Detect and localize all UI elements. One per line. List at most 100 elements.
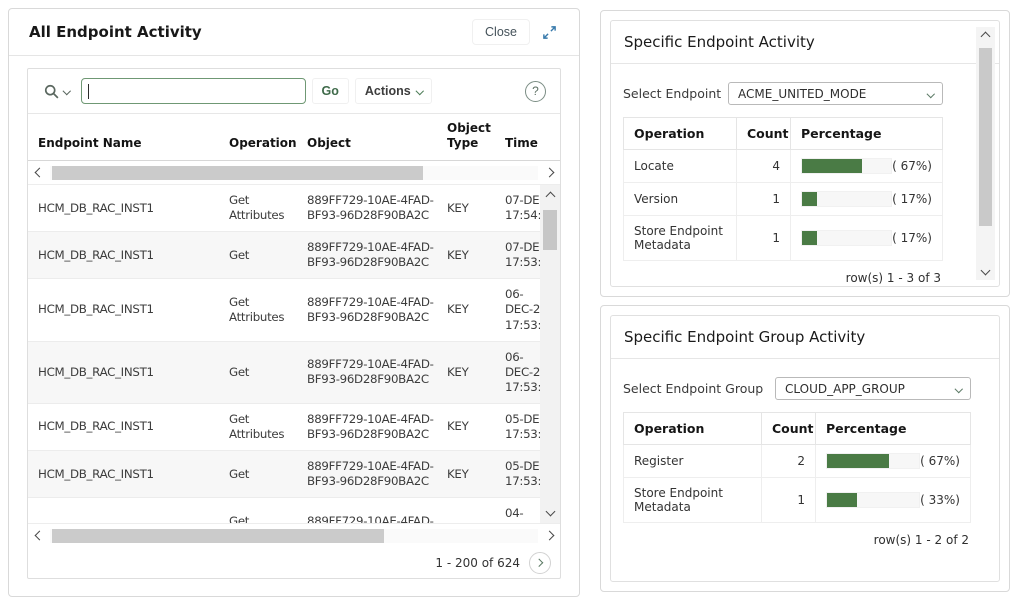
cell-operation[interactable]: Get Attributes <box>219 404 297 450</box>
go-button[interactable]: Go <box>312 78 349 104</box>
cell-object-type[interactable]: KEY <box>437 459 495 490</box>
cell-count: 2 <box>762 445 816 478</box>
endpoint-select[interactable]: ACME_UNITED_MODE <box>728 82 943 105</box>
cell-operation[interactable]: Get <box>219 240 297 271</box>
column-header-endpoint-name[interactable]: Endpoint Name <box>28 130 219 160</box>
search-column-selector[interactable] <box>38 79 75 104</box>
scrollbar-thumb[interactable] <box>52 529 384 543</box>
endpoint-group-activity-table: Operation Count Percentage Register 2 ( … <box>623 412 971 523</box>
cell-object[interactable]: 889FF729-10AE-4FAD- BF93-96D28F90BA2C <box>297 404 437 450</box>
cell-operation[interactable]: Get <box>219 459 297 490</box>
panel-header: All Endpoint Activity Close <box>9 9 579 56</box>
cell-object[interactable]: 889FF729-10AE-4FAD- BF93-96D28F90BA2C <box>297 232 437 278</box>
panel-body: Go Actions ? Endpoint Name Operation Obj… <box>27 68 561 579</box>
scrollbar-thumb[interactable] <box>543 210 557 250</box>
cell-endpoint-name[interactable]: HCM_DB_RAC_INST1 <box>28 459 219 490</box>
panel-body: Select Endpoint Group CLOUD_APP_GROUP Op… <box>611 359 999 547</box>
scroll-down-icon[interactable] <box>981 266 991 276</box>
cell-endpoint-name[interactable]: HCM_DB_RAC_INST1 <box>28 357 219 388</box>
horizontal-scrollbar-top <box>28 161 560 185</box>
percentage-bar <box>802 231 817 245</box>
specific-endpoint-group-activity-outer: Specific Endpoint Group Activity Select … <box>600 305 1010 592</box>
cell-endpoint-name[interactable]: HCM_DB_RAC_INST1 <box>28 193 219 224</box>
scrollbar-track[interactable] <box>50 529 538 543</box>
column-header-count: Count <box>737 118 791 150</box>
percentage-label: ( 67%) <box>920 454 960 468</box>
panel-header: Specific Endpoint Activity <box>611 21 999 64</box>
cell-object-type[interactable]: KEY <box>437 193 495 224</box>
select-endpoint-label: Select Endpoint <box>623 86 721 101</box>
cell-object[interactable]: 889FF729-10AE-4FAD- BF93-96D28F90BA2C <box>297 287 437 333</box>
column-header-object[interactable]: Object <box>297 130 437 160</box>
header-clipper: Endpoint Name Operation Object Object Ty… <box>28 114 560 161</box>
specific-endpoint-activity-outer: Specific Endpoint Activity Select Endpoi… <box>600 10 1010 297</box>
search-icon <box>43 83 60 100</box>
table-row[interactable]: HCM_DB_RAC_INST1 Get Attributes 889FF729… <box>28 498 560 523</box>
column-header-percentage: Percentage <box>816 413 971 445</box>
cell-endpoint-name[interactable]: HCM_DB_RAC_INST1 <box>28 411 219 442</box>
help-icon[interactable]: ? <box>525 81 546 102</box>
cell-operation[interactable]: Get <box>219 357 297 388</box>
cell-endpoint-name[interactable]: HCM_DB_RAC_INST1 <box>28 240 219 271</box>
expand-diagonal-icon <box>542 25 557 40</box>
endpoint-group-select[interactable]: CLOUD_APP_GROUP <box>775 377 971 400</box>
cell-endpoint-name[interactable]: HCM_DB_RAC_INST1 <box>28 513 219 523</box>
maximize-icon[interactable] <box>538 21 561 44</box>
scroll-right-icon[interactable] <box>538 169 560 176</box>
cell-operation[interactable]: Get Attributes <box>219 185 297 231</box>
column-header-time[interactable]: Time <box>495 130 560 160</box>
endpoint-activity-table: Operation Count Percentage Locate 4 ( 67… <box>623 117 943 261</box>
percentage-bar <box>827 493 857 507</box>
chevron-down-icon <box>954 385 962 393</box>
chevron-down-icon <box>416 87 424 95</box>
column-header-object-type[interactable]: Object Type <box>437 115 495 160</box>
actions-menu-button[interactable]: Actions <box>355 78 432 104</box>
panel-title: Specific Endpoint Group Activity <box>624 328 865 346</box>
all-endpoint-activity-panel: All Endpoint Activity Close <box>8 8 580 597</box>
scrollbar-thumb[interactable] <box>52 166 423 180</box>
table-row[interactable]: HCM_DB_RAC_INST1 Get 889FF729-10AE-4FAD-… <box>28 342 560 404</box>
cell-endpoint-name[interactable]: HCM_DB_RAC_INST1 <box>28 294 219 325</box>
row-count-text: row(s) 1 - 3 of 3 <box>623 261 943 285</box>
close-button[interactable]: Close <box>472 19 530 45</box>
table-row[interactable]: HCM_DB_RAC_INST1 Get Attributes 889FF729… <box>28 279 560 341</box>
cell-object[interactable]: 889FF729-10AE-4FAD- BF93-96D28F90BA2C <box>297 451 437 497</box>
scroll-left-icon[interactable] <box>28 532 50 539</box>
cell-operation: Store Endpoint Metadata <box>624 478 762 523</box>
cell-count: 1 <box>737 216 791 261</box>
row-count-text: row(s) 1 - 2 of 2 <box>623 523 971 547</box>
scroll-left-icon[interactable] <box>28 169 50 176</box>
percentage-bar <box>802 192 817 206</box>
search-input[interactable] <box>89 79 305 103</box>
column-header-operation[interactable]: Operation <box>219 130 297 160</box>
cell-object[interactable]: 889FF729-10AE-4FAD- BF93-96D28F90BA2C <box>297 349 437 395</box>
page-title: All Endpoint Activity <box>29 23 202 41</box>
cell-object[interactable]: 889FF729-10AE-4FAD- BF93-96D28F90BA2C <box>297 185 437 231</box>
select-endpoint-group-label: Select Endpoint Group <box>623 381 763 396</box>
cell-object-type[interactable]: KEY <box>437 294 495 325</box>
chevron-down-icon <box>926 90 934 98</box>
percentage-label: ( 17%) <box>892 231 932 245</box>
scroll-right-icon[interactable] <box>538 532 560 539</box>
cell-object-type[interactable]: KEY <box>437 411 495 442</box>
cell-count: 1 <box>762 478 816 523</box>
search-input-wrapper[interactable] <box>81 78 306 104</box>
cell-operation[interactable]: Get Attributes <box>219 506 297 523</box>
table-row[interactable]: HCM_DB_RAC_INST1 Get Attributes 889FF729… <box>28 185 560 232</box>
cell-object-type[interactable]: KEY <box>437 357 495 388</box>
selected-endpoint-group-value: CLOUD_APP_GROUP <box>785 382 905 396</box>
scroll-down-icon[interactable] <box>545 507 555 517</box>
table-row[interactable]: HCM_DB_RAC_INST1 Get Attributes 889FF729… <box>28 404 560 451</box>
scroll-up-icon[interactable] <box>545 192 555 202</box>
cell-object[interactable]: 889FF729-10AE-4FAD- BF93-96D28F90BA2C <box>297 506 437 523</box>
cell-operation[interactable]: Get Attributes <box>219 287 297 333</box>
scrollbar-track[interactable] <box>50 166 538 180</box>
cell-object-type[interactable]: KEY <box>437 240 495 271</box>
next-page-button[interactable] <box>529 552 551 574</box>
table-row[interactable]: HCM_DB_RAC_INST1 Get 889FF729-10AE-4FAD-… <box>28 451 560 498</box>
percentage-bar-track <box>801 230 892 246</box>
table-row[interactable]: HCM_DB_RAC_INST1 Get 889FF729-10AE-4FAD-… <box>28 232 560 279</box>
scrollbar-thumb[interactable] <box>979 48 992 226</box>
cell-object-type[interactable]: KEY <box>437 513 495 523</box>
scroll-up-icon[interactable] <box>981 32 991 42</box>
